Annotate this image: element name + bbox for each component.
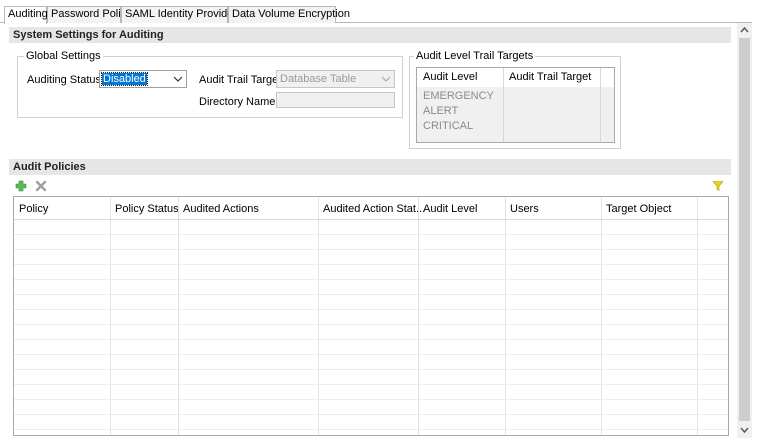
row-divider (14, 339, 728, 340)
scrollbar-thumb[interactable] (739, 38, 750, 421)
tab-saml-identity-providers[interactable]: SAML Identity Providers (121, 6, 243, 23)
audit-level-table: Audit Level Audit Trail Target EMERGENCY… (416, 67, 615, 143)
auditing-status-label: Auditing Status: (27, 74, 105, 86)
column-divider (503, 68, 504, 142)
vertical-scrollbar[interactable] (737, 23, 752, 438)
row-divider (14, 399, 728, 400)
directory-name-label: Directory Name: (199, 96, 279, 108)
chevron-down-icon (381, 76, 391, 82)
row-divider (14, 429, 728, 430)
plus-icon[interactable] (15, 180, 27, 192)
auditing-status-value: Disabled (101, 72, 148, 86)
tab-label: Data Volume Encryption (232, 8, 351, 20)
column-header-target-object[interactable]: Target Object (606, 203, 671, 215)
row-divider (14, 264, 728, 265)
audit-policies-table: Policy Policy Status Audited Actions Aud… (13, 196, 729, 436)
chevron-down-icon (173, 76, 183, 82)
column-header-policy[interactable]: Policy (19, 203, 48, 215)
audit-trail-target-select[interactable]: Database Table (276, 70, 395, 88)
scroll-up-arrow-icon[interactable] (740, 26, 749, 34)
x-icon[interactable] (35, 180, 47, 192)
tab-data-volume-encryption[interactable]: Data Volume Encryption (228, 6, 350, 23)
audit-level-trail-targets-group: Audit Level Trail Targets Audit Level Au… (409, 50, 621, 149)
row-divider (14, 249, 728, 250)
header-divider (14, 219, 728, 220)
tab-password-policy[interactable]: Password Policy (47, 6, 132, 23)
column-header-audited-action-status[interactable]: Audited Action Stat... (323, 203, 425, 215)
global-settings-title: Global Settings (24, 50, 103, 63)
column-header-audit-level[interactable]: Audit Level (423, 71, 477, 83)
directory-name-input[interactable] (276, 92, 395, 108)
funnel-icon[interactable] (712, 180, 724, 192)
column-header-audit-trail-target[interactable]: Audit Trail Target (509, 71, 591, 83)
system-settings-header: System Settings for Auditing (9, 27, 731, 43)
audit-trail-target-value: Database Table (280, 73, 357, 85)
tab-label: SAML Identity Providers (125, 8, 243, 20)
audit-level-table-header: Audit Level Audit Trail Target (417, 68, 614, 87)
row-divider (14, 309, 728, 310)
audit-level-row-emergency[interactable]: EMERGENCY (423, 89, 494, 103)
row-divider (14, 234, 728, 235)
audit-policies-header: Audit Policies (9, 159, 731, 175)
row-divider (14, 294, 728, 295)
row-divider (14, 324, 728, 325)
auditing-status-select[interactable]: Disabled (99, 70, 187, 88)
tab-bar: Auditing Password Policy SAML Identity P… (0, 6, 752, 24)
global-settings-group: Global Settings Auditing Status: Disable… (17, 50, 403, 118)
row-divider (14, 384, 728, 385)
audit-level-trail-targets-title: Audit Level Trail Targets (414, 50, 536, 63)
column-header-policy-status[interactable]: Policy Status (115, 203, 179, 215)
row-divider (14, 279, 728, 280)
tab-label: Auditing (8, 8, 48, 20)
audit-level-row-critical[interactable]: CRITICAL (423, 119, 473, 133)
tab-label: Password Policy (51, 8, 132, 20)
audit-level-row-alert[interactable]: ALERT (423, 104, 458, 118)
scroll-down-arrow-icon[interactable] (740, 426, 749, 434)
tab-auditing[interactable]: Auditing (4, 6, 48, 24)
audit-trail-target-label: Audit Trail Target: (199, 74, 285, 86)
row-divider (14, 414, 728, 415)
column-header-users[interactable]: Users (510, 203, 539, 215)
column-header-audit-level[interactable]: Audit Level (423, 203, 477, 215)
column-header-audited-actions[interactable]: Audited Actions (183, 203, 259, 215)
row-divider (14, 354, 728, 355)
row-divider (14, 369, 728, 370)
column-divider (600, 68, 601, 142)
